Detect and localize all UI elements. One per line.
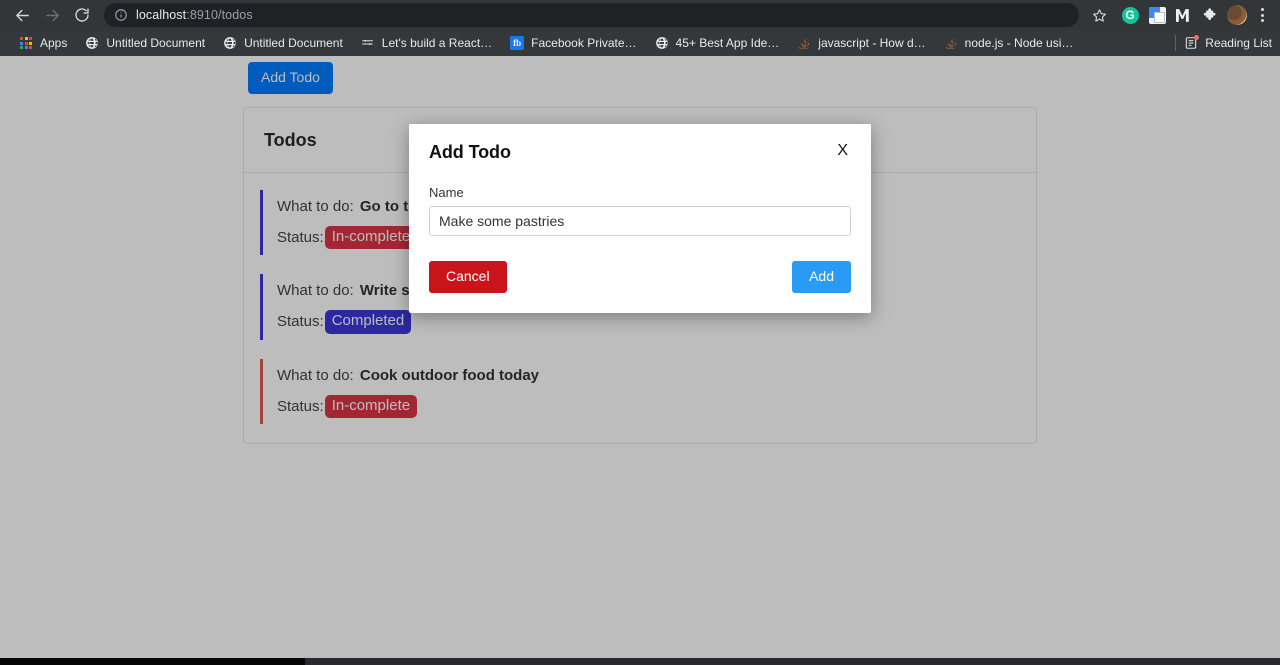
grammarly-extension-icon[interactable]: G [1119, 4, 1141, 26]
bookmarks-bar: Apps Untitled Document Untitled Document… [0, 30, 1280, 56]
bookmarks-divider [1175, 35, 1176, 51]
extension-icons: G [1119, 4, 1272, 26]
bottom-strip [0, 658, 1280, 665]
modal-title: Add Todo [429, 142, 511, 163]
three-dot-menu-icon[interactable] [1252, 4, 1272, 26]
bookmark-label: node.js - Node usi… [965, 36, 1074, 50]
bookmark-apps[interactable]: Apps [10, 32, 76, 54]
bookmark-label: Untitled Document [244, 36, 343, 50]
name-field-group: Name [429, 185, 851, 236]
reload-icon[interactable] [68, 1, 96, 29]
globe-icon [85, 36, 99, 50]
add-button[interactable]: Add [792, 261, 851, 293]
modal-header: Add Todo X [429, 142, 851, 163]
bookmark-label: Untitled Document [106, 36, 205, 50]
medium-extension-icon[interactable] [1173, 4, 1195, 26]
java-icon [944, 36, 958, 50]
bookmark-label: Facebook Private… [531, 36, 636, 50]
back-icon[interactable] [8, 1, 36, 29]
page-viewport: Add Todo Todos What to do: Go to the S [0, 56, 1280, 665]
extensions-puzzle-icon[interactable] [1200, 4, 1222, 26]
bookmark-facebook-private[interactable]: fb Facebook Private… [501, 32, 645, 54]
address-bar-url: localhost:8910/todos [136, 8, 253, 22]
bookmark-untitled-document-2[interactable]: Untitled Document [214, 32, 352, 54]
reading-list-badge-dot [1194, 35, 1199, 40]
globe-icon [223, 36, 237, 50]
bookmark-label: Apps [40, 36, 67, 50]
apps-grid-icon [19, 36, 33, 50]
java-icon [797, 36, 811, 50]
forward-icon[interactable] [38, 1, 66, 29]
browser-toolbar: localhost:8910/todos G [0, 0, 1280, 30]
bookmark-best-app-ideas[interactable]: 45+ Best App Ide… [646, 32, 789, 54]
modal-actions: Cancel Add [429, 261, 851, 293]
bookmark-untitled-document-1[interactable]: Untitled Document [76, 32, 214, 54]
bookmark-javascript-how-do[interactable]: javascript - How d… [788, 32, 934, 54]
google-translate-extension-icon[interactable] [1146, 4, 1168, 26]
site-info-icon[interactable] [114, 8, 128, 22]
bookmark-nodejs-node-using[interactable]: node.js - Node usi… [935, 32, 1083, 54]
browser-window: localhost:8910/todos G [0, 0, 1280, 665]
reading-list-button[interactable]: Reading List [1175, 30, 1272, 56]
reading-list-icon [1184, 36, 1198, 50]
add-todo-modal: Add Todo X Name Cancel Add [409, 124, 871, 313]
bookmark-label: javascript - How d… [818, 36, 925, 50]
profile-avatar[interactable] [1227, 5, 1247, 25]
bookmark-lets-build-a-react[interactable]: Let's build a React… [352, 32, 501, 54]
url-path: :8910/todos [186, 8, 252, 22]
bottom-strip-dark-segment [0, 658, 305, 665]
bookmark-label: 45+ Best App Ide… [676, 36, 780, 50]
bookmark-label: Let's build a React… [382, 36, 492, 50]
bookmark-star-icon[interactable] [1087, 3, 1111, 27]
address-bar[interactable]: localhost:8910/todos [104, 3, 1079, 27]
url-host: localhost [136, 8, 186, 22]
cancel-button[interactable]: Cancel [429, 261, 507, 293]
globe-icon [655, 36, 669, 50]
close-icon[interactable]: X [834, 142, 851, 160]
facebook-icon: fb [510, 36, 524, 50]
list-icon [361, 36, 375, 50]
reading-list-label: Reading List [1205, 36, 1272, 50]
name-input[interactable] [429, 206, 851, 236]
name-field-label: Name [429, 185, 851, 200]
grammarly-glyph: G [1122, 7, 1139, 24]
